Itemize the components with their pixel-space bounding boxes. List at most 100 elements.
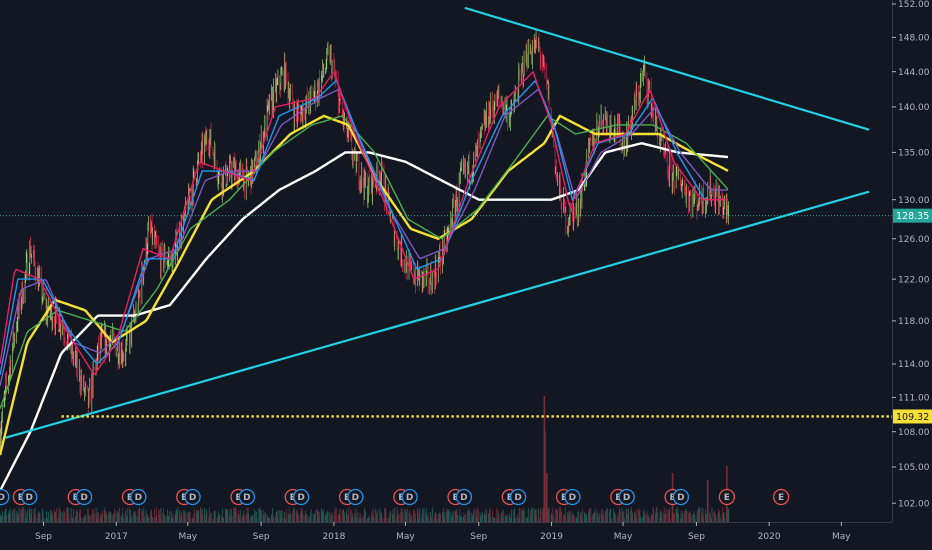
volume-bar <box>244 515 245 522</box>
event-marker-label: D <box>677 493 684 503</box>
volume-bar <box>436 513 437 522</box>
event-marker-label: D <box>0 493 5 503</box>
volume-bar <box>477 508 479 522</box>
time-tick-label: May <box>396 532 415 542</box>
volume-bar <box>402 511 404 522</box>
volume-bar <box>231 515 233 522</box>
volume-bar <box>264 512 266 522</box>
volume-bar <box>565 517 567 522</box>
volume-bar <box>289 513 291 522</box>
event-marker-label: D <box>135 493 142 503</box>
volume-bar <box>711 507 713 522</box>
volume-bar <box>594 507 596 522</box>
volume-bar <box>694 518 696 522</box>
volume-bar <box>160 507 162 522</box>
price-axis[interactable]: 102.00 105.00 108.00 111.00 114.00 118.00 122.… <box>892 0 930 509</box>
volume-bar <box>315 509 316 522</box>
price-tick-label: 102.00 <box>898 499 930 509</box>
volume-bar <box>494 518 496 522</box>
time-tick-label: May <box>614 532 633 542</box>
volume-bar <box>335 507 337 522</box>
price-tick-label: 140.00 <box>898 103 930 113</box>
volume-bar <box>277 509 279 522</box>
horizontal-levels[interactable]: 128.35 109.32 <box>0 208 932 424</box>
volume-bar <box>14 508 16 522</box>
chart-container[interactable]: 128.35 109.32 DEDEDEDEDEDEDEDEDEDEDEDEDED… <box>0 0 932 550</box>
time-tick-label: Sep <box>253 532 270 542</box>
volume-bar <box>611 518 613 522</box>
volume-bar <box>532 508 533 522</box>
volume-bar <box>419 508 421 522</box>
volume-bar <box>461 516 463 522</box>
volume-bar <box>498 518 500 522</box>
volume-bar <box>260 510 262 522</box>
volume-bar <box>706 480 709 522</box>
volume-bar <box>6 515 8 522</box>
time-axis[interactable]: Sep 2017 May Sep 2018 May Sep 2019 May Sep 2020 May <box>35 522 851 542</box>
volume-bar <box>248 513 250 522</box>
moving-average-line <box>0 114 729 456</box>
volume-bar <box>582 508 584 522</box>
volume-bar <box>27 509 28 522</box>
price-chart[interactable]: 128.35109.32 DEDEDEDEDEDEDEDEDEDEDEDEDED… <box>0 0 932 550</box>
volume-bar <box>252 515 254 522</box>
volume-bar <box>294 508 296 522</box>
volume-bar <box>164 516 166 522</box>
volume-bar <box>385 517 387 522</box>
volume-bar <box>156 515 158 522</box>
volume-bar <box>690 515 692 522</box>
volume-bar <box>415 513 417 522</box>
volume-bar <box>540 508 542 522</box>
volume-bar <box>89 514 91 522</box>
trendlines[interactable] <box>5 7 870 439</box>
volume-bar <box>527 508 529 522</box>
price-tick-label: 111.00 <box>898 394 930 404</box>
volume-bar <box>206 512 208 522</box>
volume-bar <box>669 518 671 522</box>
volume-bar <box>210 513 212 522</box>
volume-bar <box>369 518 371 522</box>
volume-bar <box>31 509 33 522</box>
volume-bar <box>552 514 554 522</box>
volume-bar <box>545 473 548 522</box>
volume-bar <box>628 508 629 522</box>
candlesticks <box>0 29 729 451</box>
volume-bar <box>102 510 104 522</box>
volume-bar <box>586 515 588 522</box>
volume-bar <box>678 513 680 522</box>
price-tick-label: 126.00 <box>898 235 930 245</box>
volume-bar <box>636 508 638 522</box>
event-marker-label: D <box>80 493 87 503</box>
volume-bar <box>135 516 137 522</box>
volume-bar <box>273 517 275 522</box>
volume-bar <box>548 507 550 522</box>
volume-bar <box>673 513 675 522</box>
volume-bar <box>719 518 721 522</box>
price-tick-label: 148.00 <box>898 34 930 44</box>
volume-bar <box>340 515 341 522</box>
volume-bar <box>490 517 492 522</box>
volume-bar <box>214 510 216 522</box>
volume-bar <box>573 515 575 522</box>
volume-bar <box>365 511 367 522</box>
volume-bar <box>577 510 579 522</box>
volume-bar <box>473 507 475 522</box>
volume-bar <box>452 510 454 522</box>
volume-bar <box>373 516 375 522</box>
volume-bar <box>298 514 300 522</box>
volume-bar <box>1 511 3 522</box>
time-tick-label: 2020 <box>758 532 781 542</box>
price-level-label: 109.32 <box>896 412 929 423</box>
volume-bar <box>118 507 120 522</box>
volume-bar <box>327 511 329 522</box>
volume-bar <box>569 513 571 522</box>
volume-bar <box>39 513 41 522</box>
trendline <box>464 7 870 131</box>
volume-bar <box>227 509 229 522</box>
volume-bar <box>323 509 325 522</box>
price-tick-label: 122.00 <box>898 275 930 285</box>
price-tick-label: 135.00 <box>898 149 930 159</box>
event-markers[interactable]: DEDEDEDEDEDEDEDEDEDEDEDEDEDEE <box>0 488 790 506</box>
volume-bar <box>686 510 688 522</box>
event-marker-label: D <box>243 493 250 503</box>
